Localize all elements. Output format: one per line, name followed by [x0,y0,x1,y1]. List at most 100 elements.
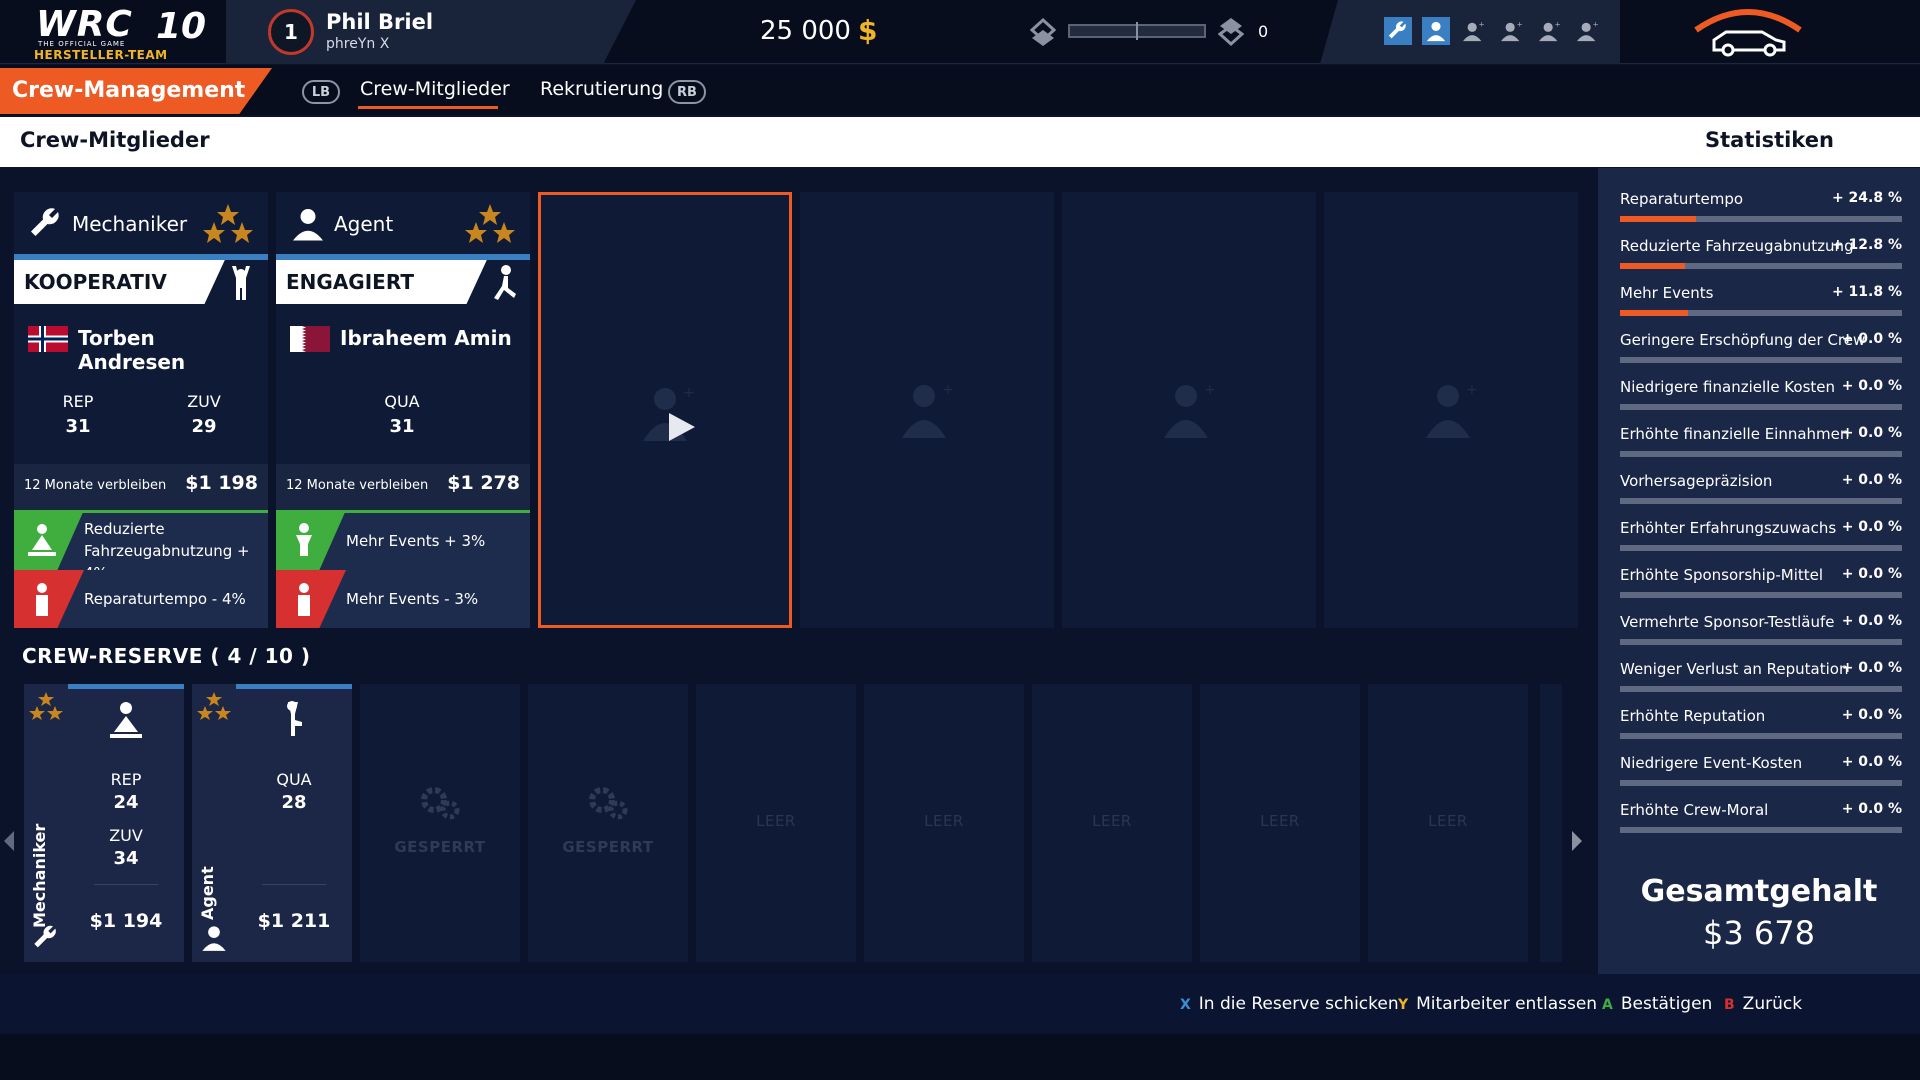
money-amount: 25 000 [760,16,851,46]
cursor-icon [669,413,695,441]
hint-dismiss-employee[interactable]: Y Mitarbeiter entlassen [1398,994,1597,1014]
rank-down-icon [1030,17,1056,46]
agent-icon [202,926,226,951]
stat-name: Erhöhte finanzielle Einnahmen [1620,425,1850,443]
meditation-icon [28,524,56,556]
stat-bar-fill [1620,310,1688,316]
hint-confirm[interactable]: A Bestätigen [1602,994,1712,1014]
wrench-icon [31,208,59,236]
stat-percent: + 12.8 % [1831,237,1902,253]
reserve-topline [68,684,184,689]
crew-add-icon[interactable]: + [1574,17,1602,45]
stat-name: Reparaturtempo [1620,190,1744,208]
crew-slot-empty[interactable]: + [1062,192,1316,628]
tab-recruitment[interactable]: Rekrutierung [540,78,663,100]
car-condition-icon [1694,9,1802,57]
empty-label: LEER [1428,812,1468,830]
locked-label: GESPERRT [394,838,486,856]
wrench-icon[interactable] [1384,17,1412,45]
crew-card-mechanic[interactable]: Mechaniker KOOPERATIV Torben Andresen RE… [14,192,268,628]
reserve-card-mechanic[interactable]: REP 24 ZUV 34 $1 194 Mechaniker [24,684,184,962]
reserve-slot-empty[interactable]: LEER [1368,684,1528,962]
bonus-text: Mehr Events + 3% [346,532,486,550]
malus-text: Reparaturtempo - 4% [84,590,246,608]
stat-name: Weniger Verlust an Reputation [1620,660,1849,678]
divider [94,884,158,885]
stat-label: QUA [276,770,312,789]
agent-icon[interactable] [1422,17,1450,45]
stat-name: Erhöhte Sponsorship-Mittel [1620,566,1824,584]
meditation-icon [110,702,142,738]
stat-percent: + 0.0 % [1841,331,1902,347]
stat-row: Erhöhte Crew-Moral + 0.0 % [1620,801,1902,848]
trait-label: KOOPERATIV [24,270,167,294]
crew-slot-empty[interactable]: + [800,192,1054,628]
stat-row: Niedrigere Event-Kosten + 0.0 % [1620,754,1902,801]
y-button-icon: Y [1398,997,1409,1013]
crew-slot-empty-selected[interactable]: + [538,192,792,628]
stat-bar [1620,404,1902,410]
scroll-right-icon[interactable] [1570,830,1584,852]
reserve-card-agent[interactable]: QUA 28 $1 211 Agent [192,684,352,962]
star-rating-icon [197,692,231,720]
stat-row: Niedrigere finanzielle Kosten + 0.0 % [1620,378,1902,425]
crew-slot-empty[interactable]: + [1324,192,1578,628]
crew-name: Ibraheem Amin [340,326,512,350]
lb-button-hint[interactable]: LB [302,80,340,104]
role-name: Agent [334,212,394,236]
stat-percent: + 0.0 % [1841,660,1902,676]
stat-percent: + 0.0 % [1841,472,1902,488]
reserve-title: CREW-RESERVE ( 4 / 10 ) [22,644,311,668]
stat-percent: + 0.0 % [1841,378,1902,394]
stat-bar [1620,216,1902,222]
person-icon [296,523,312,556]
stat-percent: + 11.8 % [1831,284,1902,300]
engaged-trait-icon [494,265,516,300]
reserve-slot-empty[interactable]: LEER [1200,684,1360,962]
stat-row: Mehr Events + 11.8 % [1620,284,1902,331]
stat-bar [1620,780,1902,786]
reserve-slot-locked: GESPERRT [360,684,520,962]
crew-add-icon[interactable]: + [1460,17,1488,45]
stat-name: Reduzierte Fahrzeugabnutzung [1620,237,1854,255]
crew-add-icon[interactable]: + [1536,17,1564,45]
hint-label: In die Reserve schicken [1198,994,1399,1014]
rank-progress-bar [1068,22,1206,40]
stat-value: 34 [113,848,139,869]
stat-bar [1620,592,1902,598]
statistics-heading: Statistiken [1705,128,1834,152]
stat-bar [1620,827,1902,833]
role-underline [276,254,530,260]
tab-crew-members[interactable]: Crew-Mitglieder [360,78,510,100]
rb-button-hint[interactable]: RB [668,80,706,104]
scroll-left-icon[interactable] [2,830,16,852]
reserve-slot-empty[interactable]: LEER [1032,684,1192,962]
reserve-slot-empty[interactable]: LEER [864,684,1024,962]
stat-bar [1620,498,1902,504]
star-rating-icon [29,692,63,720]
crew-add-icon[interactable]: + [1498,17,1526,45]
salary: $1 211 [257,910,331,932]
rank-progress-value: 0 [1258,22,1269,41]
stat-name: Vermehrte Sponsor-Testläufe [1620,613,1835,631]
reserve-slot-empty[interactable]: LEER [696,684,856,962]
stat-label: ZUV [109,826,143,845]
b-button-icon: B [1724,997,1735,1013]
hint-send-to-reserve[interactable]: X In die Reserve schicken [1180,994,1399,1014]
empty-label: LEER [924,812,964,830]
stat-row: Reduzierte Fahrzeugabnutzung + 12.8 % [1620,237,1902,284]
svg-text:+: + [1517,20,1523,28]
stat-row: Reparaturtempo + 24.8 % [1620,190,1902,237]
stat-bar-fill [1620,263,1685,269]
stat-label: QUA [384,392,420,411]
hint-back[interactable]: B Zurück [1724,994,1802,1014]
role-name: Mechaniker [72,212,188,236]
salary: $1 198 [185,472,258,494]
stat-bar [1620,686,1902,692]
logo-main: WRC [36,4,133,45]
svg-text:+: + [1466,382,1478,398]
svg-text:+: + [683,385,695,401]
crew-card-agent[interactable]: Agent ENGAGIERT Ibraheem Amin QUA 31 12 … [276,192,530,628]
stat-percent: + 24.8 % [1831,190,1902,206]
add-crew-icon: + [902,382,954,438]
